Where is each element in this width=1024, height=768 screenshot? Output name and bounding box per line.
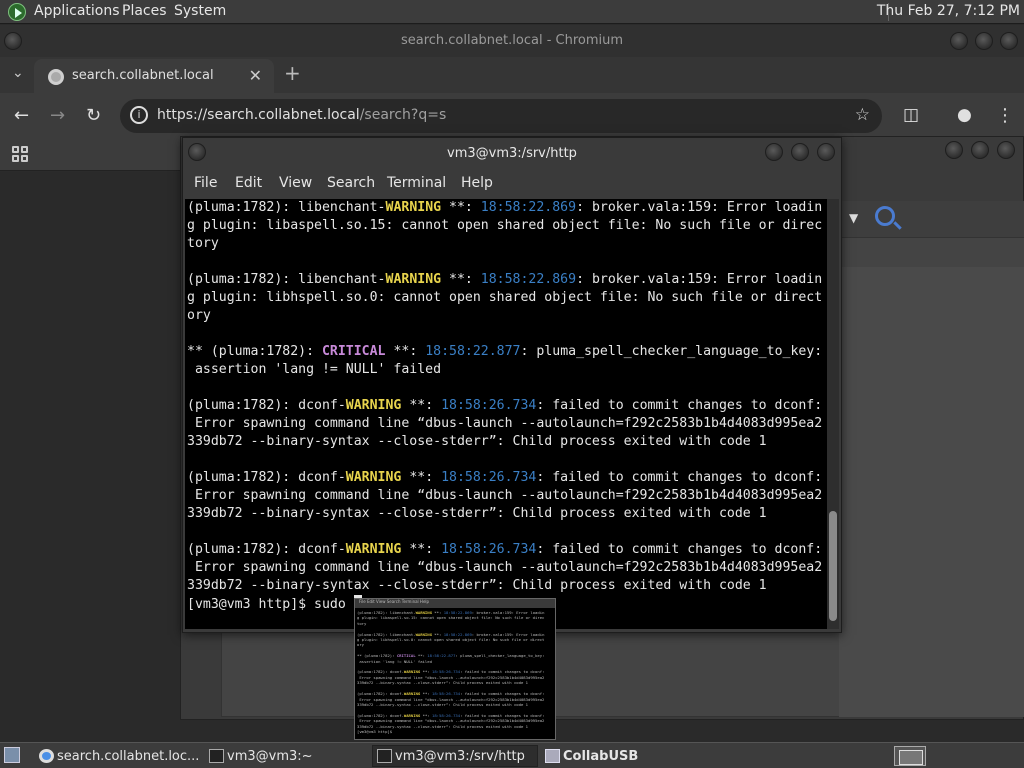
background-toolbar: ▼ [831, 201, 1024, 239]
taskbar-item-chromium[interactable]: search.collabnet.loc... [34, 745, 200, 767]
terminal-titlebar[interactable]: vm3@vm3:/srv/http [183, 138, 841, 170]
terminal-line: assertion 'lang != NULL' failed [187, 362, 442, 377]
taskbar: search.collabnet.loc... vm3@vm3:~ vm3@vm… [0, 742, 1024, 768]
dropdown-arrow-icon[interactable]: ▼ [849, 211, 858, 225]
preview-menu-text: File Edit View Search Terminal Help [359, 599, 430, 604]
bg-maximize-button[interactable] [971, 141, 989, 159]
maximize-button[interactable] [975, 32, 993, 50]
terminal-line: (pluma:1782): dconf-WARNING **: 18:58:26… [187, 470, 823, 485]
terminal-menu-file[interactable]: File [194, 175, 217, 191]
tab-title: search.collabnet.local [72, 68, 214, 83]
terminal-line: Error spawning command line “dbus-launch… [187, 488, 823, 503]
url-path: /search?q=s [359, 107, 447, 123]
taskbar-item-label: vm3@vm3:/srv/http [395, 749, 525, 764]
search-icon[interactable] [875, 206, 895, 226]
workspace-switcher[interactable] [894, 746, 926, 766]
taskbar-item-terminal-home[interactable]: vm3@vm3:~ [204, 745, 370, 767]
top-panel: Applications Places System Thu Feb 27, 7… [0, 0, 1024, 24]
menu-applications[interactable]: Applications [34, 3, 120, 19]
terminal-prompt: [vm3@vm3 http]$ sudo [187, 597, 354, 612]
terminal-title: vm3@vm3:/srv/http [447, 146, 577, 161]
taskbar-item-terminal-srv[interactable]: vm3@vm3:/srv/http [372, 745, 538, 767]
site-info-icon[interactable]: i [130, 106, 148, 124]
globe-favicon-icon [48, 69, 64, 85]
terminal-line: 339db72 --binary-syntax --close-stderr”:… [187, 578, 767, 593]
url-text[interactable]: https://search.collabnet.local/search?q=… [157, 107, 446, 123]
terminal-line: tory [187, 236, 219, 251]
terminal-line: ** (pluma:1782): CRITICAL **: 18:58:22.8… [187, 344, 823, 359]
terminal-line: ory [187, 308, 211, 323]
terminal-line: Error spawning command line “dbus-launch… [187, 560, 823, 575]
terminal-line: g plugin: libhspell.so.0: cannot open sh… [187, 290, 823, 305]
back-icon[interactable]: ← [14, 105, 29, 126]
browser-tab[interactable]: search.collabnet.local ✕ [34, 59, 274, 93]
preview-menubar: File Edit View Search Terminal Help [355, 599, 555, 608]
browser-titlebar[interactable]: search.collabnet.local - Chromium [0, 25, 1024, 57]
terminal-menu-terminal[interactable]: Terminal [387, 175, 446, 191]
preview-terminal-text: (pluma:1782): libenchant-WARNING **: 18:… [357, 610, 545, 734]
menu-places[interactable]: Places [122, 3, 167, 19]
apps-icon[interactable] [12, 146, 28, 162]
address-bar[interactable]: i https://search.collabnet.local/search?… [120, 99, 882, 133]
show-desktop-icon[interactable] [4, 747, 20, 763]
bookmark-star-icon[interactable]: ☆ [855, 105, 870, 125]
terminal-line: (pluma:1782): dconf-WARNING **: 18:58:26… [187, 542, 823, 557]
terminal-minimize-button[interactable] [765, 143, 783, 161]
terminal-line: (pluma:1782): libenchant-WARNING **: 18:… [187, 200, 823, 215]
terminal-icon [209, 749, 224, 763]
terminal-close-button[interactable] [817, 143, 835, 161]
panel-clock[interactable]: Thu Feb 27, 7:12 PM [877, 3, 1020, 19]
terminal-scrollbar-thumb[interactable] [829, 511, 837, 621]
bg-close-button[interactable] [997, 141, 1015, 159]
terminal-menu-search[interactable]: Search [327, 175, 375, 191]
browser-window-title: search.collabnet.local - Chromium [400, 33, 624, 48]
terminal-line: 339db72 --binary-syntax --close-stderr”:… [187, 506, 767, 521]
url-host: https://search.collabnet.local [157, 107, 360, 123]
terminal-line: 339db72 --binary-syntax --close-stderr”:… [187, 434, 767, 449]
terminal-line: (pluma:1782): libenchant-WARNING **: 18:… [187, 272, 823, 287]
window-preview-thumbnail[interactable]: File Edit View Search Terminal Help (plu… [354, 598, 556, 740]
forward-icon[interactable]: → [50, 105, 65, 126]
taskbar-item-label: search.collabnet.loc... [57, 749, 200, 764]
tab-strip: ⌄ search.collabnet.local ✕ + [0, 57, 1024, 93]
tab-close-icon[interactable]: ✕ [249, 66, 262, 85]
terminal-line: g plugin: libaspell.so.15: cannot open s… [187, 218, 823, 233]
terminal-window[interactable]: vm3@vm3:/srv/http File Edit View Search … [182, 137, 842, 633]
taskbar-item-collabusb[interactable]: CollabUSB [540, 745, 706, 767]
new-tab-button[interactable]: + [284, 61, 301, 85]
background-side-panel [839, 267, 1024, 717]
terminal-menu-help[interactable]: Help [461, 175, 493, 191]
extensions-icon[interactable]: ◫ [903, 105, 919, 125]
reload-icon[interactable]: ↻ [86, 105, 101, 126]
terminal-scrollbar[interactable] [827, 199, 839, 629]
close-window-button[interactable] [1000, 32, 1018, 50]
terminal-menubar: File Edit View Search Terminal Help [183, 170, 841, 198]
applications-logo-icon[interactable] [8, 3, 26, 21]
terminal-menu-view[interactable]: View [279, 175, 312, 191]
terminal-output[interactable]: (pluma:1782): libenchant-WARNING **: 18:… [185, 199, 827, 629]
menu-icon[interactable]: ⋮ [996, 105, 1014, 126]
bg-minimize-button[interactable] [945, 141, 963, 159]
browser-toolbar: ← → ↻ i https://search.collabnet.local/s… [0, 93, 1024, 139]
terminal-line: (pluma:1782): dconf-WARNING **: 18:58:26… [187, 398, 823, 413]
menu-system[interactable]: System [174, 3, 226, 19]
terminal-line: Error spawning command line “dbus-launch… [187, 416, 823, 431]
tab-search-chevron-icon[interactable]: ⌄ [12, 65, 24, 81]
window-icon [545, 749, 560, 763]
profile-icon[interactable]: ● [957, 105, 972, 125]
terminal-menu-edit[interactable]: Edit [235, 175, 262, 191]
taskbar-item-label: CollabUSB [563, 749, 639, 764]
minimize-button[interactable] [950, 32, 968, 50]
terminal-icon [377, 749, 392, 763]
taskbar-item-label: vm3@vm3:~ [227, 749, 313, 764]
chromium-icon [39, 749, 54, 763]
terminal-maximize-button[interactable] [791, 143, 809, 161]
